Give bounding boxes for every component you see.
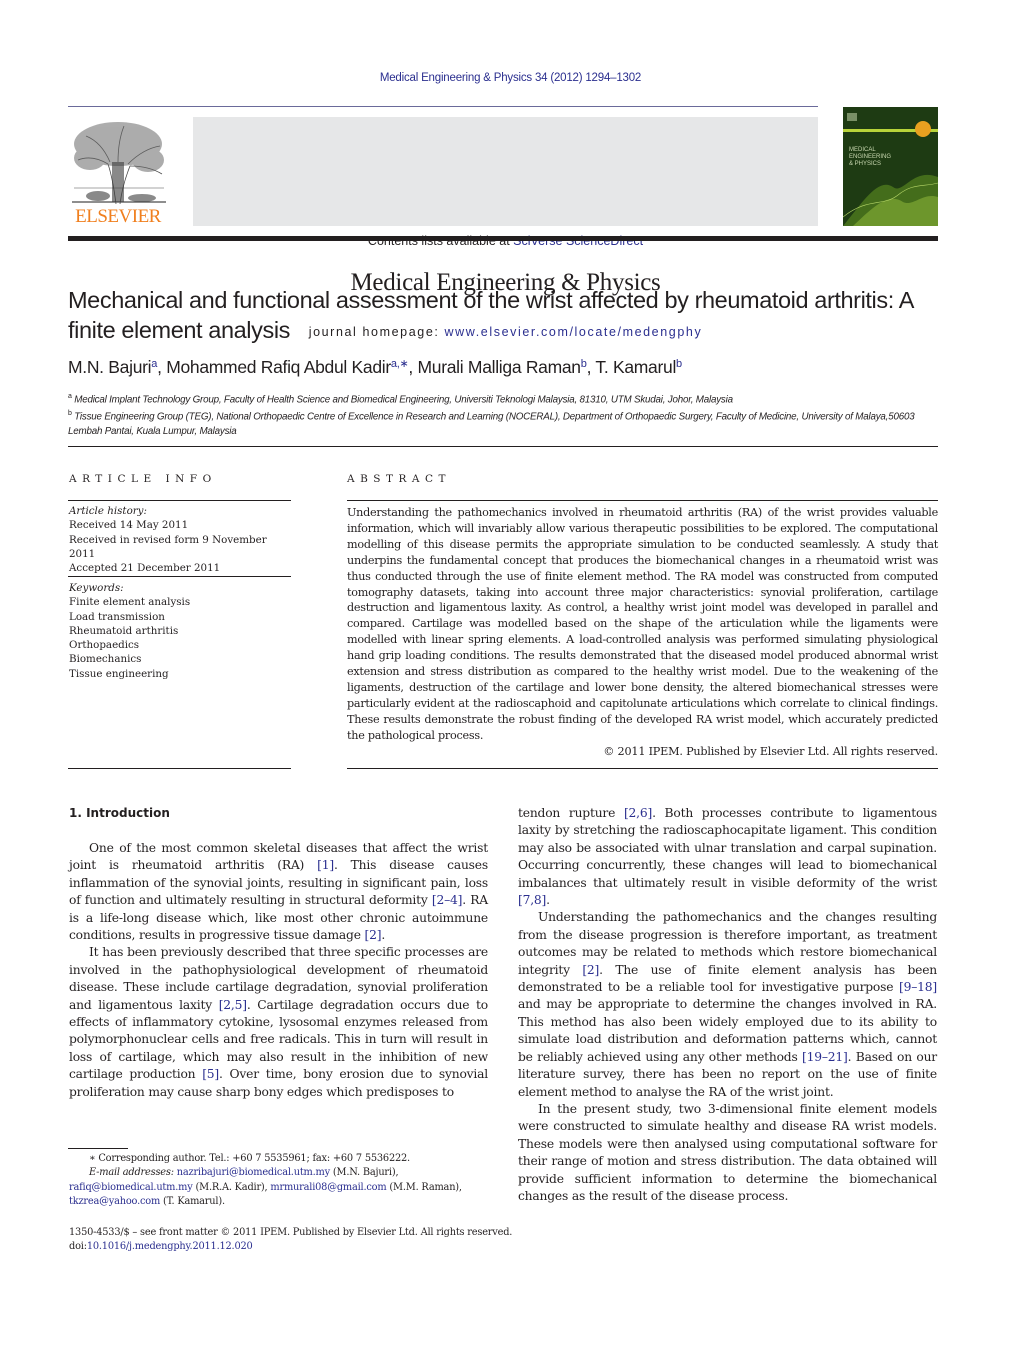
citation-link[interactable]: [2,6]	[624, 806, 652, 820]
email-line: rafiq@biomedical.utm.my (M.R.A. Kadir), …	[69, 1181, 509, 1195]
corresponding-author-note: ∗ Corresponding author. Tel.: +60 7 5535…	[89, 1153, 410, 1164]
author: Mohammed Rafiq Abdul Kadira,∗,	[166, 357, 417, 377]
history-label: Article history:	[69, 505, 147, 517]
author: T. Kamarulb	[595, 357, 682, 377]
divider	[68, 446, 938, 447]
citation-link[interactable]: [2]	[365, 928, 382, 942]
journal-citation: Medical Engineering & Physics 34 (2012) …	[379, 72, 642, 84]
divider	[68, 576, 291, 577]
body-column-right: tendon rupture [2,6]. Both processes con…	[518, 805, 937, 1205]
footnote-rule	[68, 1148, 128, 1149]
author-name: Mohammed Rafiq Abdul Kadir	[166, 357, 391, 377]
affiliations: a Medical Implant Technology Group, Facu…	[68, 390, 938, 439]
author-name: Murali Malliga Raman	[417, 357, 582, 377]
citation-link[interactable]: [7,8]	[518, 893, 546, 907]
author-name: M.N. Bajuri	[68, 357, 152, 377]
svg-text:ENGINEERING: ENGINEERING	[849, 154, 891, 160]
keyword: Biomechanics	[69, 653, 142, 666]
paragraph-text: .	[381, 928, 386, 943]
email-line: tkzrea@yahoo.com (T. Kamarul).	[69, 1195, 509, 1209]
svg-text:MEDICAL: MEDICAL	[849, 147, 876, 153]
divider	[347, 500, 938, 501]
email-link[interactable]: mrmurali08@gmail.com	[270, 1182, 386, 1193]
citation-link[interactable]: [2–4]	[432, 893, 463, 907]
body-paragraph: It has been previously described that th…	[69, 944, 488, 1101]
author-affiliation-link[interactable]: a,∗	[391, 358, 409, 370]
affiliation-text: Medical Implant Technology Group, Facult…	[74, 394, 733, 406]
abstract-copyright: © 2011 IPEM. Published by Elsevier Ltd. …	[603, 745, 938, 758]
history-item: Accepted 21 December 2011	[69, 562, 221, 575]
author-name: T. Kamarul	[595, 357, 677, 377]
article-info-heading: ARTICLE INFO	[69, 473, 217, 485]
citation-link[interactable]: [19–21]	[802, 1050, 848, 1064]
article-history: Article history: Received 14 May 2011 Re…	[69, 504, 291, 575]
paragraph-text: In the present study, two 3-dimensional …	[518, 1101, 937, 1203]
history-item: Received 14 May 2011	[69, 519, 189, 532]
corresponding-author-footnote: ∗ Corresponding author. Tel.: +60 7 5535…	[69, 1152, 509, 1209]
doi-link[interactable]: 10.1016/j.medengphy.2011.12.020	[87, 1241, 253, 1252]
abstract-text: Understanding the pathomechanics involve…	[347, 506, 938, 742]
header-rule	[68, 106, 818, 107]
keyword: Finite element analysis	[69, 596, 191, 609]
email-link[interactable]: tkzrea@yahoo.com	[69, 1196, 160, 1207]
email-owner: (M.M. Raman),	[386, 1181, 462, 1193]
doi-prefix: doi:	[69, 1241, 87, 1253]
keyword: Rheumatoid arthritis	[69, 624, 179, 637]
email-link[interactable]: rafiq@biomedical.utm.my	[69, 1182, 193, 1193]
email-owner: (T. Kamarul).	[160, 1195, 225, 1207]
body-paragraph: In the present study, two 3-dimensional …	[518, 1101, 937, 1205]
author-list: M.N. Bajuria, Mohammed Rafiq Abdul Kadir…	[68, 357, 948, 378]
affiliation-text: Tissue Engineering Group (TEG), National…	[68, 411, 915, 437]
citation-link[interactable]: [2,5]	[219, 998, 247, 1012]
keyword: Load transmission	[69, 610, 165, 623]
affiliation-marker: b	[68, 410, 72, 418]
affiliation-marker: a	[68, 393, 72, 400]
author-separator: ,	[408, 357, 418, 377]
abstract-heading: ABSTRACT	[347, 473, 452, 485]
divider	[347, 768, 938, 769]
paragraph-text: tendon rupture	[518, 806, 624, 820]
article-title: Mechanical and functional assessment of …	[68, 287, 913, 343]
journal-banner: Contents lists available at SciVerse Sci…	[193, 117, 818, 339]
section-heading-introduction: 1. Introduction	[69, 806, 170, 820]
email-line: E-mail addresses: nazribajuri@biomedical…	[69, 1166, 509, 1180]
body-paragraph: tendon rupture [2,6]. Both processes con…	[518, 805, 937, 909]
keywords: Keywords: Finite element analysis Load t…	[69, 581, 291, 681]
author: M.N. Bajuria,	[68, 357, 166, 377]
affiliation: b Tissue Engineering Group (TEG), Nation…	[68, 407, 938, 438]
author: Murali Malliga Ramanb,	[418, 357, 596, 377]
email-owner: (M.N. Bajuri),	[329, 1167, 399, 1179]
email-link[interactable]: nazribajuri@biomedical.utm.my	[177, 1167, 330, 1178]
paragraph-text: .	[546, 893, 550, 908]
keyword: Tissue engineering	[69, 667, 169, 680]
issn-copyright: 1350-4533/$ – see front matter © 2011 IP…	[69, 1227, 513, 1238]
body-paragraph: Understanding the pathomechanics and the…	[518, 909, 937, 1100]
header-thick-rule	[68, 236, 938, 241]
keyword: Orthopaedics	[69, 639, 140, 652]
elsevier-wordmark: ELSEVIER	[75, 206, 161, 227]
doi-line: doi:10.1016/j.medengphy.2011.12.020	[69, 1240, 549, 1254]
citation-link[interactable]: [9–18]	[899, 980, 937, 994]
citation-link[interactable]: [1]	[317, 858, 334, 872]
author-affiliation-link[interactable]: b	[676, 358, 682, 370]
email-owner: (M.R.A. Kadir),	[192, 1181, 271, 1193]
citation-link[interactable]: [5]	[202, 1067, 219, 1081]
email-label: E-mail addresses:	[89, 1167, 174, 1179]
svg-text:& PHYSICS: & PHYSICS	[849, 161, 881, 167]
history-item: Received in revised form 9 November 2011	[69, 533, 267, 560]
front-matter: 1350-4533/$ – see front matter © 2011 IP…	[69, 1226, 549, 1255]
keywords-label: Keywords:	[69, 582, 124, 594]
author-separator: ,	[157, 357, 167, 377]
divider	[68, 500, 291, 501]
journal-cover-thumbnail: MEDICAL ENGINEERING & PHYSICS	[843, 107, 938, 226]
affiliation: a Medical Implant Technology Group, Facu…	[68, 390, 938, 407]
divider	[68, 768, 291, 769]
body-column-left: One of the most common skeletal diseases…	[69, 840, 488, 1101]
citation-link[interactable]: [2]	[582, 963, 599, 977]
body-paragraph: One of the most common skeletal diseases…	[69, 840, 488, 944]
